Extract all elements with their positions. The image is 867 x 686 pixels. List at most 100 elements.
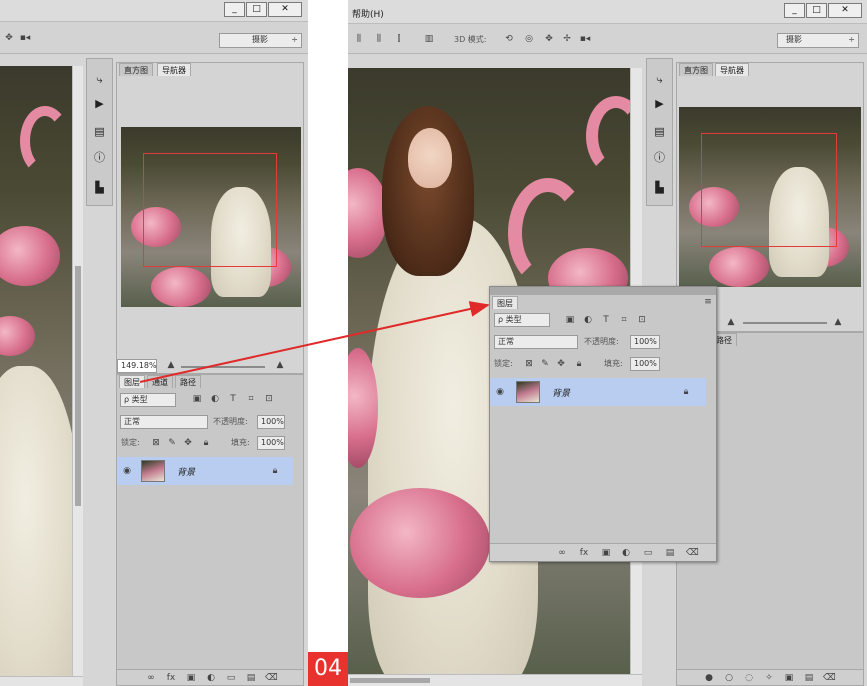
3d-roll-icon[interactable]: ◎: [522, 33, 536, 45]
scrollbar-thumb[interactable]: [75, 266, 81, 506]
info-icon[interactable]: ⓘ: [87, 151, 112, 165]
minimize-button[interactable]: _: [784, 3, 805, 18]
video-icon[interactable]: ▪◂: [18, 32, 32, 44]
close-button[interactable]: ✕: [828, 3, 862, 18]
scrollbar-thumb[interactable]: [350, 678, 430, 683]
navigator-view-box[interactable]: [143, 153, 277, 267]
canvas-scrollbar[interactable]: [72, 66, 83, 678]
distribute-icon[interactable]: ⫼: [372, 33, 386, 45]
eye-icon[interactable]: ◉: [121, 465, 133, 477]
brush-presets-icon[interactable]: ▤: [647, 125, 672, 139]
zoom-in-icon[interactable]: ▲: [273, 359, 287, 371]
layer-name[interactable]: 背景: [552, 386, 570, 399]
blend-mode-select[interactable]: 正常: [494, 335, 578, 349]
zoom-out-icon[interactable]: ▲: [725, 316, 737, 328]
auto-align-icon[interactable]: ▥: [422, 33, 436, 45]
3d-pan-icon[interactable]: ✥: [2, 32, 16, 44]
layer-row-background[interactable]: ◉ 背景 🔒︎: [490, 378, 706, 406]
layer-name[interactable]: 背景: [177, 465, 195, 478]
floating-layers-panel[interactable]: 图层 ≡ ρ 类型 ▣ ◐ T ⌗ ⊡ 正常 不透明度: 100% 锁定: ⊠ …: [489, 286, 717, 562]
circle-fill-icon[interactable]: ●: [703, 672, 715, 684]
tab-histogram[interactable]: 直方图: [679, 63, 713, 76]
close-button[interactable]: ✕: [268, 2, 302, 17]
navigator-view-box[interactable]: [701, 133, 837, 247]
lock-all-icon[interactable]: 🔒︎: [201, 437, 211, 449]
adjustment-icon[interactable]: ◐: [205, 672, 217, 684]
filter-type-select[interactable]: ρ 类型: [120, 393, 176, 407]
type-filter-icon[interactable]: T: [600, 314, 612, 326]
zoom-slider[interactable]: [743, 322, 827, 324]
lock-brush-icon[interactable]: ✎: [540, 358, 550, 370]
blend-mode-select[interactable]: 正常: [120, 415, 208, 429]
tab-navigator[interactable]: 导航器: [157, 63, 191, 76]
type-filter-icon[interactable]: T: [227, 393, 239, 405]
mask-icon[interactable]: ▣: [783, 672, 795, 684]
zoom-out-icon[interactable]: ▲: [165, 359, 177, 371]
load-selection-icon[interactable]: ◌: [743, 672, 755, 684]
brush-presets-icon[interactable]: ▤: [87, 125, 112, 139]
adjustment-filter-icon[interactable]: ◐: [582, 314, 594, 326]
fx-icon[interactable]: fx: [578, 547, 590, 559]
tab-paths[interactable]: 路径: [175, 375, 201, 388]
video-icon[interactable]: ▪◂: [578, 33, 592, 45]
tab-navigator[interactable]: 导航器: [715, 63, 749, 76]
bottom-scrollbar[interactable]: [0, 676, 83, 686]
lock-move-icon[interactable]: ✥: [556, 358, 566, 370]
filter-type-select[interactable]: ρ 类型: [494, 313, 550, 327]
image-filter-icon[interactable]: ▣: [191, 393, 203, 405]
eye-icon[interactable]: ◉: [494, 386, 506, 398]
fill-field[interactable]: 100%: [257, 436, 285, 450]
3d-rotate-icon[interactable]: ⟲: [502, 33, 516, 45]
lock-brush-icon[interactable]: ✎: [167, 437, 177, 449]
circle-stroke-icon[interactable]: ○: [723, 672, 735, 684]
adjustment-filter-icon[interactable]: ◐: [209, 393, 221, 405]
layer-comps-icon[interactable]: ▙: [647, 181, 672, 195]
bottom-scrollbar[interactable]: [348, 674, 642, 686]
work-path-icon[interactable]: ✧: [763, 672, 775, 684]
zoom-slider[interactable]: [181, 366, 265, 368]
minimize-button[interactable]: _: [224, 2, 245, 17]
align-icon[interactable]: ⫼: [352, 33, 366, 45]
shape-filter-icon[interactable]: ⌗: [618, 314, 630, 326]
folder-icon[interactable]: ▭: [225, 672, 237, 684]
lock-all-icon[interactable]: 🔒︎: [574, 358, 584, 370]
link-icon[interactable]: ∞: [556, 547, 568, 559]
workspace-select[interactable]: 摄影 ÷: [777, 33, 859, 48]
smart-filter-icon[interactable]: ⊡: [636, 314, 648, 326]
fx-icon[interactable]: fx: [165, 672, 177, 684]
fill-field[interactable]: 100%: [630, 357, 660, 371]
smart-filter-icon[interactable]: ⊡: [263, 393, 275, 405]
info-icon[interactable]: ⓘ: [647, 151, 672, 165]
panel-menu-icon[interactable]: ≡: [702, 296, 714, 308]
play-icon[interactable]: ▶: [647, 97, 672, 111]
link-icon[interactable]: ∞: [145, 672, 157, 684]
lock-move-icon[interactable]: ✥: [183, 437, 193, 449]
image-filter-icon[interactable]: ▣: [564, 314, 576, 326]
new-layer-icon[interactable]: ▤: [245, 672, 257, 684]
mask-icon[interactable]: ▣: [600, 547, 612, 559]
trash-icon[interactable]: ⌫: [823, 672, 836, 684]
history-icon[interactable]: ⤷: [87, 73, 112, 87]
tab-histogram[interactable]: 直方图: [119, 63, 153, 76]
align-right-icon[interactable]: ⫿: [392, 33, 406, 45]
play-icon[interactable]: ▶: [87, 97, 112, 111]
tab-channels[interactable]: 通道: [147, 375, 173, 388]
3d-slide-icon[interactable]: ✢: [560, 33, 574, 45]
3d-drag-icon[interactable]: ✥: [542, 33, 556, 45]
new-path-icon[interactable]: ▤: [803, 672, 815, 684]
folder-icon[interactable]: ▭: [642, 547, 654, 559]
tab-layers[interactable]: 图层: [119, 375, 145, 388]
trash-icon[interactable]: ⌫: [686, 547, 699, 559]
mask-icon[interactable]: ▣: [185, 672, 197, 684]
maximize-button[interactable]: □: [806, 3, 827, 18]
lock-transparent-icon[interactable]: ⊠: [524, 358, 534, 370]
new-layer-icon[interactable]: ▤: [664, 547, 676, 559]
opacity-field[interactable]: 100%: [257, 415, 285, 429]
zoom-in-icon[interactable]: ▲: [831, 316, 845, 328]
zoom-field[interactable]: 149.18%: [117, 359, 157, 373]
adjustment-icon[interactable]: ◐: [620, 547, 632, 559]
trash-icon[interactable]: ⌫: [265, 672, 278, 684]
lock-transparent-icon[interactable]: ⊠: [151, 437, 161, 449]
menu-help[interactable]: 帮助(H): [352, 7, 384, 20]
tab-layers[interactable]: 图层: [492, 296, 518, 309]
